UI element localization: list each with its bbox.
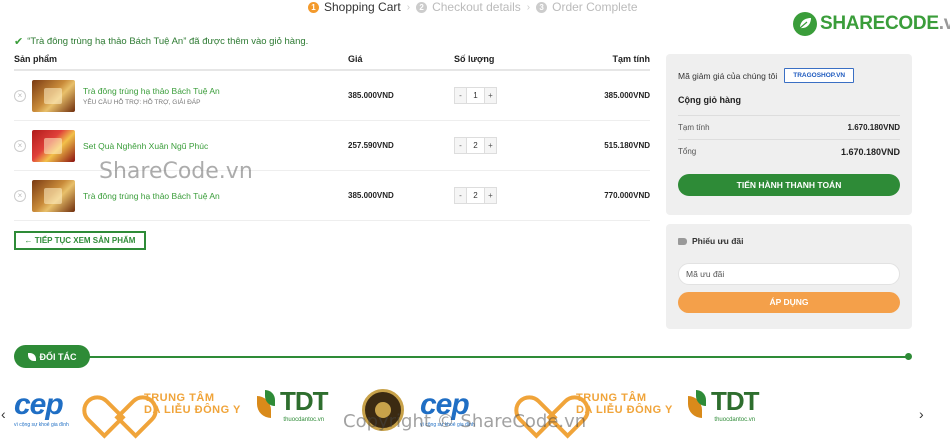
partners-title: ĐỐI TÁC xyxy=(39,351,77,362)
total-row: Tổng 1.670.180VND xyxy=(678,140,900,164)
header-subtotal: Tạm tính xyxy=(612,54,651,64)
quantity-input[interactable]: 2 xyxy=(466,138,485,153)
product-price: 385.000VND xyxy=(348,91,394,100)
remove-item-button[interactable]: × xyxy=(14,139,26,152)
tdt-logo-subtext: thuocdantoc.vn xyxy=(283,417,325,423)
increase-button[interactable]: + xyxy=(485,88,496,103)
step-label: Shopping Cart xyxy=(324,0,401,14)
cart-table: Sản phẩm Giá Số lượng Tạm tính × Trà đôn… xyxy=(14,54,650,221)
line-subtotal: 515.180VND xyxy=(604,141,650,150)
total-value: 1.670.180VND xyxy=(840,147,900,157)
cep-logo-subtext: vì cộng sự khoẻ gia đình xyxy=(14,422,69,428)
remove-item-button[interactable]: × xyxy=(14,189,26,202)
quantity-input[interactable]: 1 xyxy=(466,88,485,103)
quantity-stepper: - 2 + xyxy=(454,137,497,154)
header-price: Giá xyxy=(348,54,363,64)
sprout-logo-icon xyxy=(686,389,708,420)
step-label: Order Complete xyxy=(552,0,638,14)
step-label: Checkout details xyxy=(432,0,521,14)
product-thumbnail[interactable] xyxy=(32,79,75,112)
coupon-code-badge[interactable]: TRAGOSHOP.VN xyxy=(784,68,855,83)
sprout-logo-icon xyxy=(255,389,277,420)
heart-logo-icon xyxy=(96,386,136,422)
coupon-label: Mã giảm giá của chúng tôi xyxy=(678,70,778,81)
table-row: × Trà đông trùng hạ thảo Bách Tuệ An YÊU… xyxy=(14,71,650,121)
partners-divider-dot xyxy=(905,353,912,360)
ttdl-logo-line2: DA LIỄU ĐÔNG Y xyxy=(144,404,241,416)
partner-logo-tdt[interactable]: TDT thuocdantoc.vn xyxy=(686,386,760,423)
ttdl-logo-line1: TRUNG TÂM xyxy=(576,392,647,404)
tdt-logo-text: TDT xyxy=(711,386,760,416)
partners-title-badge: ĐỐI TÁC xyxy=(14,345,90,368)
chevron-right-icon: › xyxy=(406,1,411,13)
product-thumbnail[interactable] xyxy=(32,179,75,212)
ttdl-logo-line1: TRUNG TÂM xyxy=(144,392,215,404)
step-checkout-details[interactable]: 2 Checkout details xyxy=(416,0,521,14)
line-subtotal: 770.000VND xyxy=(604,191,650,200)
subtotal-label: Tạm tính xyxy=(678,123,710,132)
partner-logo-tdt[interactable]: TDT thuocdantoc.vn xyxy=(255,386,329,423)
totals-title: Cộng giỏ hàng xyxy=(678,95,900,116)
checkout-button[interactable]: TIẾN HÀNH THANH TOÁN xyxy=(678,174,900,196)
carousel-next-button[interactable]: › xyxy=(919,406,924,422)
product-thumbnail[interactable] xyxy=(32,129,75,162)
ttdl-logo-line2: DA LIỄU ĐÔNG Y xyxy=(576,404,673,416)
voucher-title: Phiếu ưu đãi xyxy=(678,236,900,246)
chevron-right-icon: › xyxy=(526,1,531,13)
product-name-link[interactable]: Trà đông trùng hạ thảo Bách Tuệ An xyxy=(83,191,220,201)
product-price: 385.000VND xyxy=(348,191,394,200)
table-header: Sản phẩm Giá Số lượng Tạm tính xyxy=(14,54,650,71)
total-label: Tổng xyxy=(678,147,697,156)
added-to-cart-notice: ✔ “Trà đông trùng hạ thảo Bách Tuệ An” đ… xyxy=(14,35,308,48)
voucher-title-text: Phiếu ưu đãi xyxy=(692,236,744,246)
leaf-icon xyxy=(27,352,36,361)
subtotal-row: Tạm tính 1.670.180VND xyxy=(678,116,900,140)
partner-logo-ttdl[interactable]: TRUNG TÂM DA LIỄU ĐÔNG Y xyxy=(96,386,241,422)
carousel-prev-button[interactable]: ‹ xyxy=(1,406,6,422)
sharecode-leaf-icon xyxy=(793,12,817,36)
step-order-complete[interactable]: 3 Order Complete xyxy=(536,0,638,14)
cart-totals-panel: Mã giảm giá của chúng tôi TRAGOSHOP.VN C… xyxy=(666,54,912,215)
coupon-info: Mã giảm giá của chúng tôi TRAGOSHOP.VN xyxy=(678,68,900,83)
increase-button[interactable]: + xyxy=(485,188,496,203)
step-number: 1 xyxy=(308,1,319,13)
header-product: Sản phẩm xyxy=(14,54,58,64)
apply-voucher-button[interactable]: ÁP DỤNG xyxy=(678,292,900,313)
sharecode-logo: SHARECODE.vn xyxy=(792,11,950,37)
step-shopping-cart[interactable]: 1 Shopping Cart xyxy=(308,0,401,14)
subtotal-value: 1.670.180VND xyxy=(847,123,900,132)
tag-icon xyxy=(678,237,687,245)
continue-shopping-button[interactable]: ← TIẾP TỤC XEM SẢN PHẨM xyxy=(14,231,146,250)
voucher-panel: Phiếu ưu đãi Mã ưu đãi ÁP DỤNG xyxy=(666,224,912,329)
tdt-logo-subtext: thuocdantoc.vn xyxy=(714,417,756,423)
remove-item-button[interactable]: × xyxy=(14,89,26,102)
increase-button[interactable]: + xyxy=(485,138,496,153)
product-name-link[interactable]: Set Quà Nghênh Xuân Ngũ Phúc xyxy=(83,141,208,151)
cep-logo-text: cep xyxy=(14,388,64,421)
checkout-steps: 1 Shopping Cart › 2 Checkout details › 3… xyxy=(308,0,644,14)
notice-text: “Trà đông trùng hạ thảo Bách Tuệ An” đã … xyxy=(27,36,309,47)
product-meta: YÊU CẦU HỖ TRỢ: HỖ TRỢ, GIẢI ĐÁP xyxy=(83,98,201,106)
product-price: 257.590VND xyxy=(348,141,394,150)
logo-text: SHARECODE.vn xyxy=(820,13,950,34)
partner-logo-cep[interactable]: cep vì cộng sự khoẻ gia đình xyxy=(14,388,69,428)
copyright-watermark: Copyright © ShareCode.vn xyxy=(343,411,587,432)
product-name-link[interactable]: Trà đông trùng hạ thảo Bách Tuệ An xyxy=(83,86,220,96)
quantity-input[interactable]: 2 xyxy=(466,188,485,203)
decrease-button[interactable]: - xyxy=(455,88,466,103)
step-number: 3 xyxy=(536,1,548,13)
tdt-logo-text: TDT xyxy=(280,386,329,416)
watermark: ShareCode.vn xyxy=(99,159,253,184)
header-quantity: Số lượng xyxy=(454,54,495,64)
decrease-button[interactable]: - xyxy=(455,188,466,203)
checkmark-icon: ✔ xyxy=(14,36,24,48)
voucher-code-input[interactable]: Mã ưu đãi xyxy=(678,263,900,285)
quantity-stepper: - 1 + xyxy=(454,87,497,104)
partners-divider xyxy=(86,356,910,358)
decrease-button[interactable]: - xyxy=(455,138,466,153)
quantity-stepper: - 2 + xyxy=(454,187,497,204)
step-number: 2 xyxy=(416,1,428,13)
line-subtotal: 385.000VND xyxy=(604,91,650,100)
